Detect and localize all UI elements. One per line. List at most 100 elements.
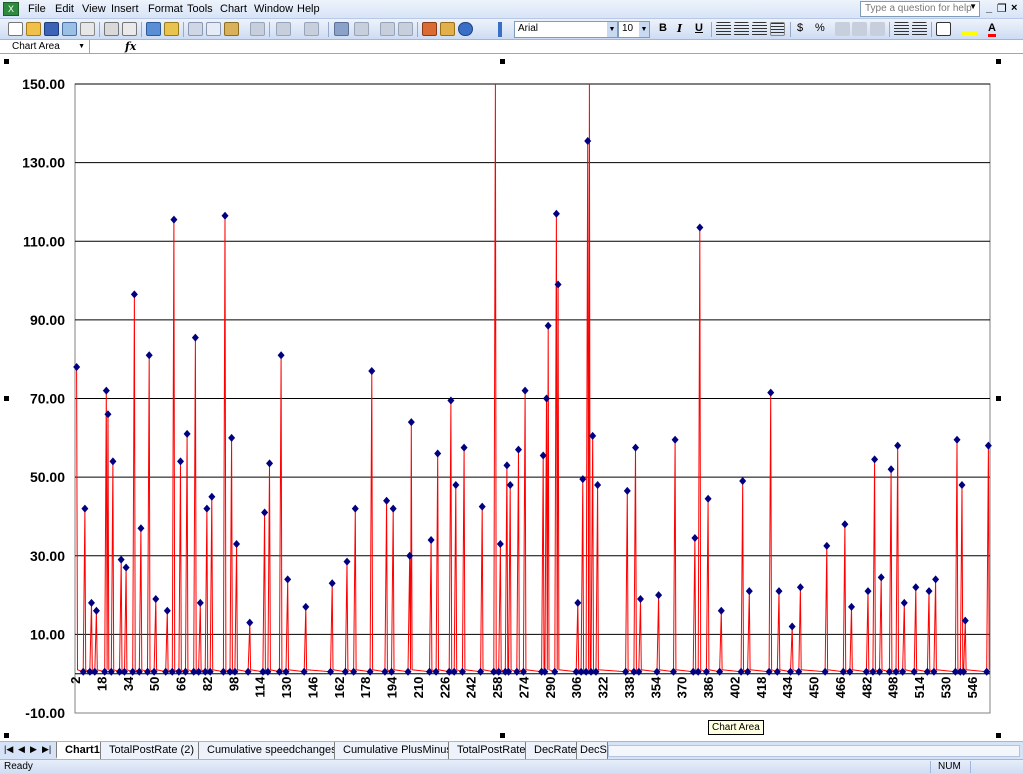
x-tick-label: 242 (464, 677, 479, 699)
selection-handle[interactable] (4, 59, 9, 64)
y-tick-label: 130.00 (22, 155, 65, 171)
tab-decs[interactable]: DecS (576, 742, 608, 759)
fill-color-icon[interactable] (962, 22, 977, 36)
x-tick-label: 114 (253, 676, 268, 698)
print-preview-icon[interactable] (122, 22, 137, 36)
menu-file[interactable]: File (28, 3, 46, 15)
bold-button[interactable]: B (659, 22, 667, 34)
sort-descending-icon[interactable] (398, 22, 413, 36)
x-tick-label: 370 (675, 677, 690, 699)
x-tick-label: 82 (200, 677, 215, 691)
x-tick-label: 178 (358, 677, 373, 699)
font-name-select[interactable]: Arial ▼ (514, 21, 618, 38)
sort-ascending-icon[interactable] (380, 22, 395, 36)
chevron-down-icon[interactable]: ▼ (639, 22, 649, 37)
currency-button[interactable]: $ (797, 22, 803, 34)
x-tick-label: 34 (121, 676, 136, 691)
percent-button[interactable]: % (815, 22, 825, 34)
tab-cumulative-speedchanges[interactable]: Cumulative speedchanges (198, 742, 346, 759)
selection-handle[interactable] (500, 59, 505, 64)
selection-handle[interactable] (996, 733, 1001, 738)
increase-indent-icon[interactable] (912, 22, 927, 36)
excel-app-icon[interactable]: X (3, 2, 19, 16)
tab-totalpostrate-2[interactable]: TotalPostRate (2) (100, 742, 203, 759)
menu-help[interactable]: Help (297, 3, 320, 15)
comma-style-icon[interactable] (835, 22, 850, 36)
permission-icon[interactable] (62, 22, 77, 36)
italic-button[interactable]: I (677, 22, 682, 35)
align-center-icon[interactable] (734, 22, 749, 36)
help-search-input[interactable]: Type a question for help ▼ (860, 1, 980, 17)
underline-button[interactable]: U (695, 22, 703, 34)
menu-edit[interactable]: Edit (55, 3, 74, 15)
selection-handle[interactable] (4, 396, 9, 401)
separator (970, 761, 971, 773)
open-icon[interactable] (26, 22, 41, 36)
x-tick-label: 162 (332, 677, 347, 699)
next-sheet-icon[interactable]: ▶ (30, 744, 37, 755)
research-icon[interactable] (164, 22, 179, 36)
selection-handle[interactable] (4, 733, 9, 738)
menu-chart[interactable]: Chart (220, 3, 247, 15)
menu-bar: X File Edit View Insert Format Tools Cha… (0, 0, 1023, 19)
first-sheet-icon[interactable]: |◀ (4, 744, 13, 755)
copy-icon[interactable] (206, 22, 221, 36)
print-icon[interactable] (104, 22, 119, 36)
menu-tools[interactable]: Tools (187, 3, 213, 15)
borders-icon[interactable] (936, 22, 951, 36)
decrease-indent-icon[interactable] (894, 22, 909, 36)
formula-bar: Chart Area ▼ fx (0, 40, 1023, 54)
tab-cumulative-plusminus[interactable]: Cumulative PlusMinus (334, 742, 461, 759)
last-sheet-icon[interactable]: ▶| (42, 744, 51, 755)
chevron-down-icon[interactable]: ▼ (607, 22, 617, 37)
spelling-icon[interactable] (146, 22, 161, 36)
chart-svg[interactable]: 150.00 130.00 110.00 90.00 70.00 50.00 30.00 10… (0, 55, 1023, 740)
insert-function-icon[interactable]: fx (125, 40, 136, 53)
menu-view[interactable]: View (82, 3, 106, 15)
align-left-icon[interactable] (716, 22, 731, 36)
increase-decimal-icon[interactable] (852, 22, 867, 36)
x-tick-label: 130 (279, 677, 294, 699)
selection-handle[interactable] (996, 59, 1001, 64)
font-size-select[interactable]: 10 ▼ (618, 21, 650, 38)
align-right-icon[interactable] (752, 22, 767, 36)
menu-insert[interactable]: Insert (111, 3, 139, 15)
save-icon[interactable] (44, 22, 59, 36)
new-icon[interactable] (8, 22, 23, 36)
merge-center-icon[interactable] (770, 22, 785, 36)
help-icon[interactable] (458, 22, 473, 36)
autosum-icon[interactable] (354, 22, 369, 36)
chart-area[interactable]: 150.00 130.00 110.00 90.00 70.00 50.00 30.00 10… (0, 55, 1023, 740)
restore-icon[interactable]: ❐ (997, 2, 1007, 15)
close-icon[interactable]: × (1011, 2, 1017, 14)
redo-icon[interactable] (304, 22, 319, 36)
x-tick-label: 514 (912, 676, 927, 698)
tab-totalpostrate[interactable]: TotalPostRate (448, 742, 535, 759)
x-tick-label: 402 (727, 677, 742, 699)
y-tick-label: 70.00 (30, 391, 65, 407)
font-color-icon[interactable]: A (988, 22, 996, 37)
x-tick-label: 306 (569, 677, 584, 699)
toolbar: Arial ▼ 10 ▼ B I U $ % A (0, 19, 1023, 40)
decrease-decimal-icon[interactable] (870, 22, 885, 36)
chevron-down-icon[interactable]: ▼ (78, 40, 85, 53)
chart-wizard-icon[interactable] (422, 22, 437, 36)
chevron-down-icon[interactable]: ▼ (969, 2, 977, 11)
minimize-icon[interactable]: _ (986, 2, 992, 14)
paste-icon[interactable] (224, 22, 239, 36)
selection-handle[interactable] (996, 396, 1001, 401)
prev-sheet-icon[interactable]: ◀ (18, 744, 25, 755)
cut-icon[interactable] (188, 22, 203, 36)
menu-window[interactable]: Window (254, 3, 293, 15)
drawing-icon[interactable] (440, 22, 455, 36)
email-icon[interactable] (80, 22, 95, 36)
selection-handle[interactable] (500, 733, 505, 738)
horizontal-scrollbar[interactable] (608, 745, 1020, 757)
undo-icon[interactable] (276, 22, 291, 36)
format-painter-icon[interactable] (250, 22, 265, 36)
hyperlink-icon[interactable] (334, 22, 349, 36)
toolbar-options-icon[interactable] (498, 22, 502, 37)
y-tick-label: 150.00 (22, 76, 65, 92)
menu-format[interactable]: Format (148, 3, 183, 15)
name-box[interactable]: Chart Area ▼ (0, 40, 90, 54)
